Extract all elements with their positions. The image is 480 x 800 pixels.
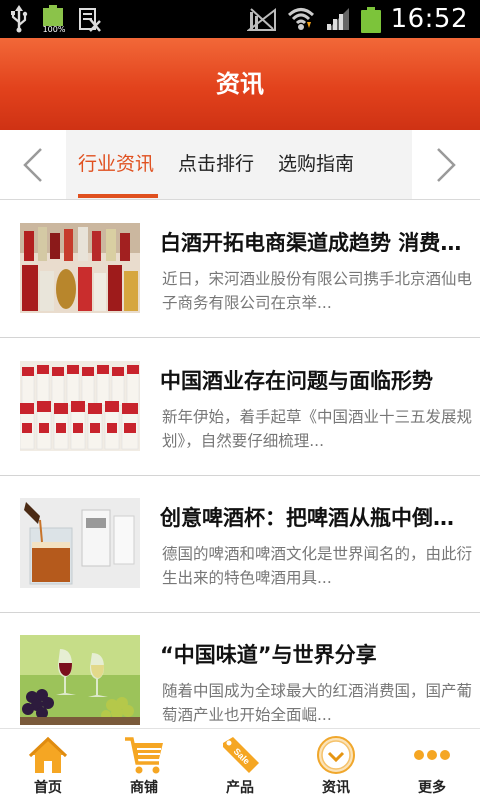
- news-title: 创意啤酒杯：把啤酒从瓶中倒入杯中: [160, 506, 465, 530]
- nav-products[interactable]: Sale 产品: [192, 729, 288, 800]
- news-title: 白酒开拓电商渠道成趋势 消费者在哪里渠道就到哪里: [160, 231, 465, 255]
- no-sim-icon: [246, 7, 276, 31]
- news-summary: 新年伊始，着手起草《中国酒业十三五发展规划》，自然要仔细梳理...: [162, 408, 472, 450]
- nav-home[interactable]: 首页: [0, 729, 96, 800]
- battery-small-label: 100%: [42, 25, 66, 34]
- news-title: “中国味道”与世界分享: [160, 643, 377, 667]
- page-title: 资讯: [216, 70, 264, 98]
- sale-tag-icon: Sale: [223, 737, 259, 773]
- news-thumbnail-maotai-bottles: [20, 361, 140, 451]
- category-tab-bar: 行业资讯 点击排行 选购指南: [0, 130, 480, 200]
- tab-scroll-left-button[interactable]: [0, 130, 66, 199]
- nav-home-label: 首页: [34, 780, 62, 796]
- news-summary: 近日，宋河酒业股份有限公司携手北京酒仙电子商务有限公司在京举...: [162, 270, 472, 312]
- battery-small-icon: 100%: [42, 5, 65, 34]
- nav-news[interactable]: 资讯: [288, 729, 384, 800]
- news-thumbnail-baijiu: [20, 223, 140, 313]
- app-header: 资讯: [0, 38, 480, 130]
- news-summary: 德国的啤酒和啤酒文化是世界闻名的，由此衍生出来的特色啤酒用具...: [162, 545, 472, 587]
- nav-news-label: 资讯: [322, 780, 350, 796]
- dictionary-app-icon: [79, 8, 101, 32]
- tab-scroll-right-button[interactable]: [412, 130, 480, 199]
- news-list-item[interactable]: “中国味道”与世界分享 随着中国成为全球最大的红酒消费国，国产葡萄酒产业也开始全…: [0, 613, 480, 729]
- battery-icon: [360, 5, 381, 33]
- chevron-right-icon: [437, 147, 456, 182]
- nav-shops[interactable]: 商铺: [96, 729, 192, 800]
- home-icon: [28, 736, 68, 773]
- status-bar: 100% 16:52: [0, 0, 480, 38]
- news-thumbnail-wine-grapes: [20, 635, 140, 725]
- tab-click-ranking[interactable]: 点击排行: [178, 130, 254, 199]
- tab-buying-guide[interactable]: 选购指南: [278, 130, 354, 199]
- news-summary: 随着中国成为全球最大的红酒消费国，国产葡萄酒产业也开始全面崛...: [162, 682, 472, 724]
- cart-icon: [125, 737, 163, 774]
- nav-shops-label: 商铺: [130, 780, 158, 796]
- news-list-item[interactable]: 中国酒业存在问题与面临形势 新年伊始，着手起草《中国酒业十三五发展规划》，自然要…: [0, 339, 480, 476]
- nav-more[interactable]: 更多: [384, 729, 480, 800]
- active-tab-indicator: [78, 194, 158, 198]
- news-thumbnail-beer-glass: [20, 498, 140, 588]
- more-dots-icon: [414, 750, 450, 760]
- signal-icon: [326, 8, 349, 30]
- bottom-navigation: 首页 商铺 Sale 产品 资讯 更多: [0, 728, 480, 800]
- usb-icon: [11, 5, 28, 33]
- nav-more-label: 更多: [418, 780, 446, 796]
- tab-industry-news[interactable]: 行业资讯: [78, 130, 154, 199]
- chevron-left-icon: [23, 147, 42, 182]
- news-title: 中国酒业存在问题与面临形势: [160, 369, 433, 393]
- clock-time: 16:52: [390, 4, 468, 34]
- clock-icon: [317, 736, 355, 774]
- news-list-item[interactable]: 白酒开拓电商渠道成趋势 消费者在哪里渠道就到哪里 近日，宋河酒业股份有限公司携手…: [0, 201, 480, 338]
- news-list-item[interactable]: 创意啤酒杯：把啤酒从瓶中倒入杯中 德国的啤酒和啤酒文化是世界闻名的，由此衍生出来…: [0, 476, 480, 613]
- nav-products-label: 产品: [226, 780, 254, 796]
- wifi-icon: [287, 8, 314, 30]
